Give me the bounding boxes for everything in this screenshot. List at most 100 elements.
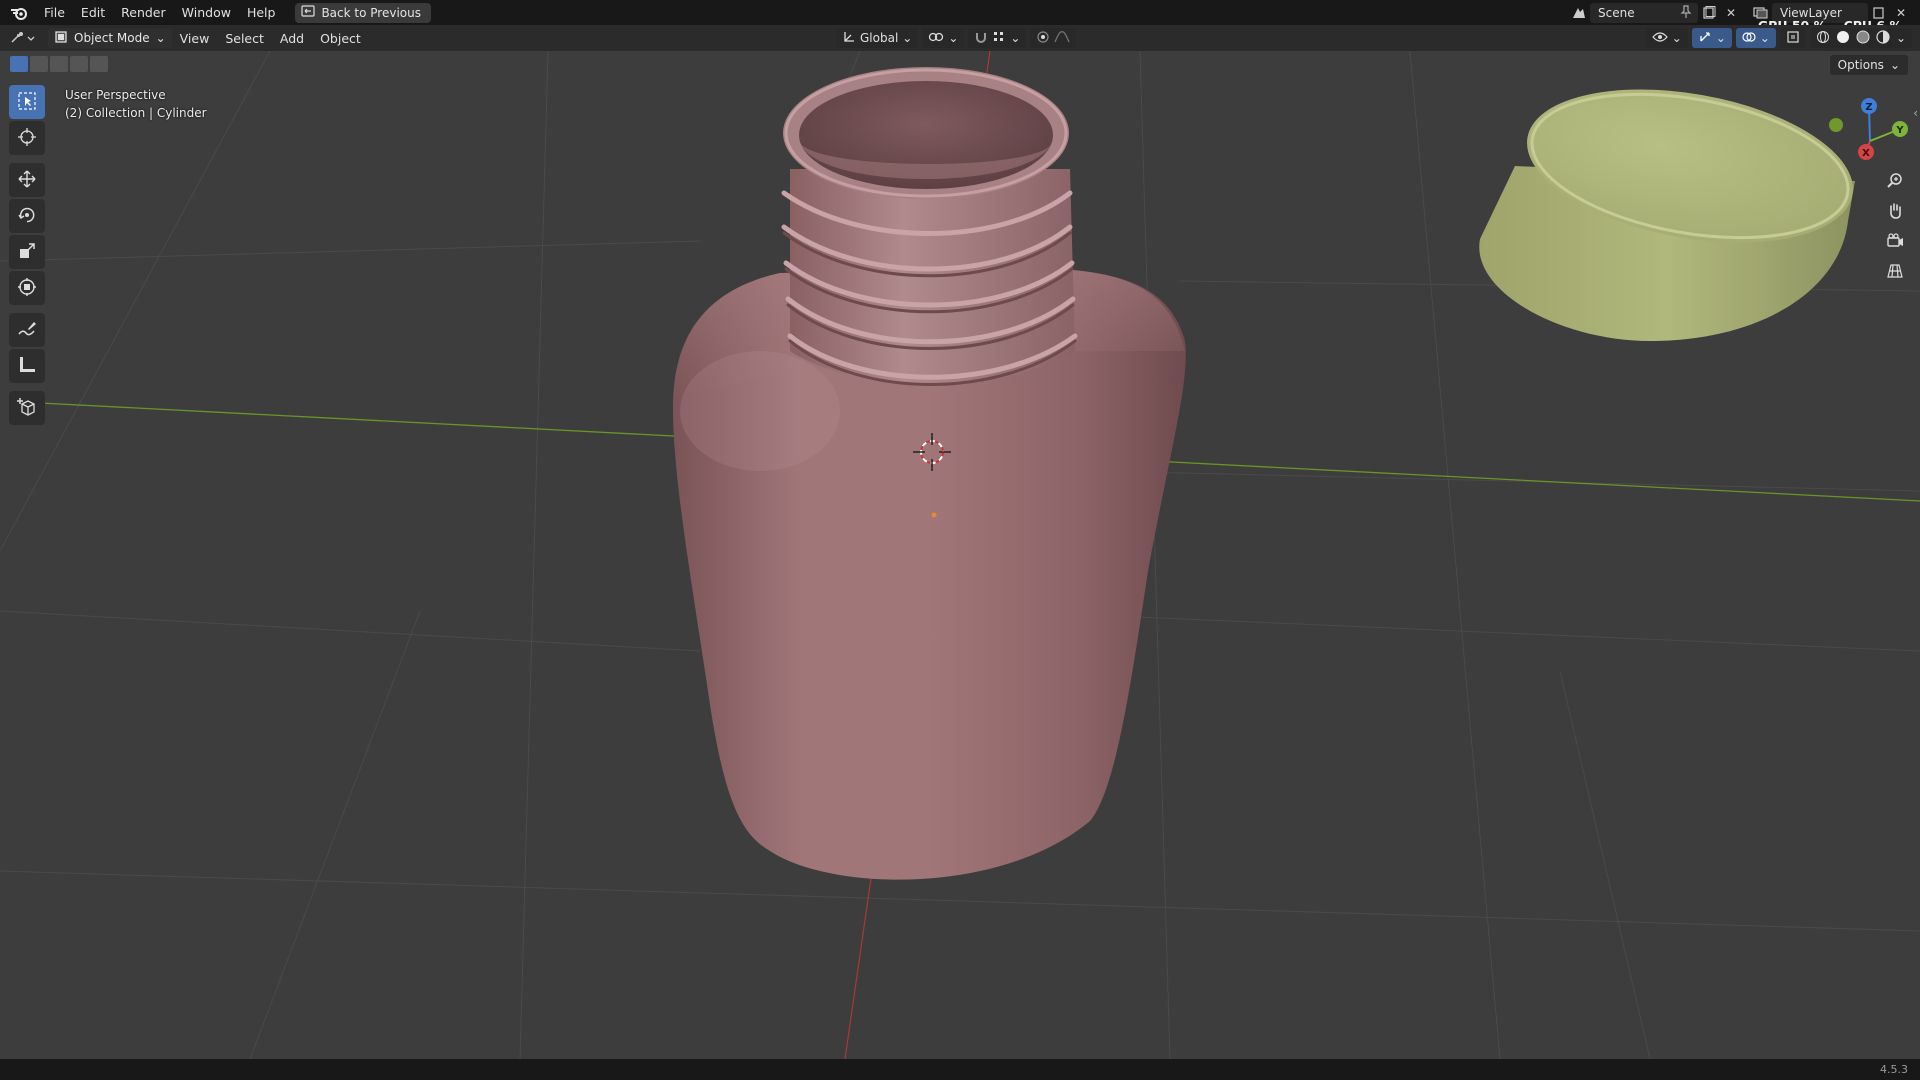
perspective-label: User Perspective (65, 88, 166, 102)
gizmo-y-label: Y (1895, 125, 1904, 136)
menu-edit[interactable]: Edit (73, 2, 113, 24)
chevron-down-icon: ⌄ (948, 31, 959, 45)
measure-tool[interactable] (9, 349, 45, 383)
rotate-icon (17, 205, 37, 228)
chevron-down-icon[interactable]: ⌄ (1896, 31, 1906, 45)
rotate-tool[interactable] (9, 199, 45, 233)
header-menu-object[interactable]: Object (312, 31, 369, 46)
measure-ruler-icon (17, 355, 37, 378)
camera-icon (1886, 232, 1904, 253)
annotate-tool[interactable] (9, 313, 45, 347)
back-screen-icon (301, 5, 316, 20)
chevron-down-icon: ⌄ (1759, 31, 1770, 45)
select-box-icon (17, 91, 37, 114)
select-extend-mode-icon[interactable] (30, 56, 48, 72)
snap-grid-icon (992, 30, 1006, 47)
snap-toggle[interactable]: ⌄ (968, 28, 1027, 48)
object-mode-label: Object Mode (74, 31, 150, 45)
scale-tool[interactable] (9, 235, 45, 269)
rendered-shading-icon[interactable] (1876, 29, 1890, 47)
select-box-tool[interactable] (9, 85, 45, 119)
top-menu-bar: File Edit Render Window Help Back to Pre… (0, 0, 1920, 33)
add-cube-tool[interactable] (9, 391, 45, 425)
select-new-mode-icon[interactable] (10, 56, 28, 72)
menu-file[interactable]: File (36, 2, 73, 24)
header-right-tools: ⌄ ⌄ ⌄ ⌄ (1645, 28, 1912, 48)
collection-info-label: (2) Collection | Cylinder (65, 106, 207, 120)
proportional-editing-icon (1036, 30, 1050, 47)
pivot-point-dropdown[interactable]: ⌄ (922, 28, 965, 48)
overlays-toggle[interactable]: ⌄ (1735, 28, 1776, 48)
chevron-down-icon: ⌄ (1671, 31, 1682, 45)
falloff-curve-icon (1054, 30, 1071, 47)
selection-mode-buttons (10, 56, 108, 72)
chevron-down-icon: ⌄ (1715, 31, 1726, 45)
chevron-down-icon: ⌄ (902, 31, 913, 45)
options-label: Options (1837, 58, 1884, 72)
transform-orientation-label: Global (860, 31, 899, 45)
sidebar-toggle-icon[interactable]: ‹ (1913, 106, 1918, 120)
gizmo-icon (1698, 30, 1712, 47)
3d-viewport[interactable]: Z Y X User Perspective (2) Collection | … (0, 51, 1920, 1059)
navigation-gizmo[interactable]: Z Y X (1829, 98, 1908, 160)
blender-logo-icon[interactable] (8, 2, 30, 24)
select-intersect-mode-icon[interactable] (90, 56, 108, 72)
object-visibility-dropdown[interactable]: ⌄ (1645, 28, 1688, 48)
pin-icon[interactable] (1680, 4, 1692, 22)
header-menu-view[interactable]: View (172, 31, 218, 46)
transform-tool[interactable] (9, 271, 45, 305)
scene-selector: Scene ✕ (1568, 2, 1742, 23)
transform-icon (17, 277, 37, 300)
pivot-link-icon (928, 30, 944, 47)
transform-orientation-dropdown[interactable]: Global ⌄ (836, 28, 919, 48)
back-to-previous-button[interactable]: Back to Previous (295, 2, 431, 23)
toggle-perspective-button[interactable] (1880, 258, 1910, 286)
material-shading-icon[interactable] (1856, 30, 1870, 47)
select-invert-mode-icon[interactable] (70, 56, 88, 72)
bottle-object[interactable] (672, 67, 1186, 880)
menu-window[interactable]: Window (174, 2, 239, 24)
delete-scene-icon[interactable]: ✕ (1720, 3, 1742, 23)
xray-toggle[interactable] (1779, 28, 1806, 48)
header-menu-add[interactable]: Add (272, 31, 312, 46)
editor-type-selector[interactable] (6, 28, 40, 48)
new-scene-icon[interactable] (1698, 3, 1720, 23)
menu-help[interactable]: Help (239, 2, 284, 24)
move-tool[interactable] (9, 163, 45, 197)
object-mode-icon (54, 30, 68, 47)
scale-icon (17, 241, 37, 264)
annotate-pencil-icon (17, 319, 37, 342)
gizmo-toggle[interactable]: ⌄ (1691, 28, 1732, 48)
tool-shelf (9, 85, 47, 427)
zoom-magnifier-icon (1886, 172, 1904, 193)
pan-button[interactable] (1880, 198, 1910, 226)
cap-object[interactable] (1479, 66, 1865, 341)
back-to-previous-label: Back to Previous (321, 5, 421, 20)
camera-view-button[interactable] (1880, 228, 1910, 256)
eye-icon (1651, 31, 1668, 46)
header-menu-select[interactable]: Select (217, 31, 272, 46)
select-subtract-mode-icon[interactable] (50, 56, 68, 72)
cursor-tool[interactable] (9, 121, 45, 155)
overlays-icon (1742, 30, 1756, 47)
wireframe-shading-icon[interactable] (1816, 30, 1830, 47)
cursor-tool-icon (17, 127, 37, 150)
version-label: 4.5.3 (1880, 1063, 1908, 1076)
solid-shading-icon[interactable] (1836, 30, 1850, 47)
proportional-editing-toggle[interactable] (1030, 28, 1077, 48)
zoom-button[interactable] (1880, 168, 1910, 196)
viewport-navigation-buttons (1880, 168, 1912, 288)
gizmo-neg-y-ball[interactable] (1829, 118, 1843, 132)
object-mode-dropdown[interactable]: Object Mode ⌄ (48, 28, 172, 48)
options-dropdown[interactable]: Options ⌄ (1829, 55, 1908, 75)
header-center-tools: Global ⌄ ⌄ ⌄ (836, 28, 1077, 48)
status-bar: 4.5.3 (0, 1059, 1920, 1080)
magnet-icon (974, 30, 988, 47)
gizmo-x-label: X (1862, 148, 1870, 159)
gizmo-z-label: Z (1865, 102, 1872, 113)
viewport-scene: Z Y X (0, 51, 1920, 1059)
menu-render[interactable]: Render (113, 2, 174, 24)
scene-icon[interactable] (1568, 3, 1590, 23)
scene-name-field[interactable]: Scene (1590, 2, 1698, 23)
scene-name: Scene (1598, 5, 1635, 20)
